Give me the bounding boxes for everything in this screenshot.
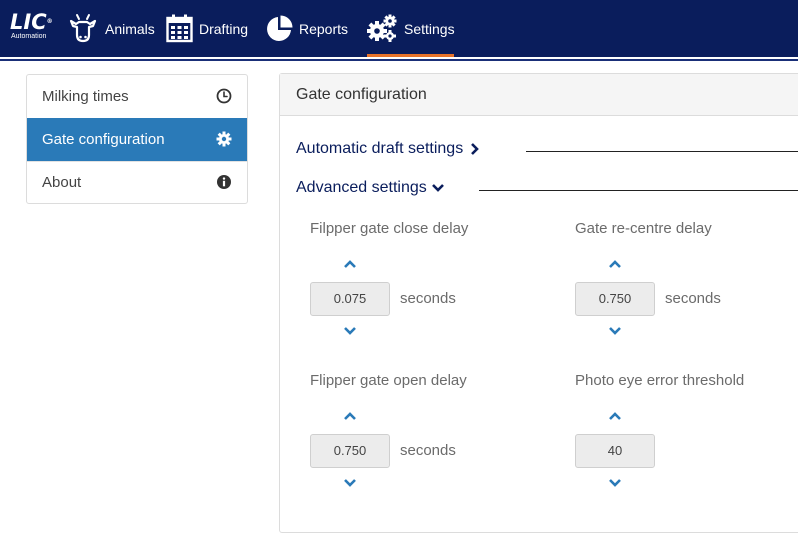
pie-chart-icon — [267, 15, 293, 41]
unit-label: seconds — [665, 290, 721, 307]
nav-item-reports[interactable]: Reports — [265, 0, 348, 57]
topbar-divider-accent — [0, 59, 798, 61]
sidebar-item-gate-configuration[interactable]: Gate configuration — [27, 118, 247, 161]
field-label-flipper-open: Flipper gate open delay — [310, 372, 467, 389]
chevron-down-icon — [431, 184, 444, 192]
gate-configuration-panel: Gate configuration Automatic draft setti… — [279, 73, 798, 533]
nav-label-drafting: Drafting — [199, 20, 249, 37]
decrement-chevron-down-icon[interactable] — [608, 478, 622, 488]
automatic-draft-settings-toggle[interactable]: Automatic draft settings — [296, 140, 481, 158]
section-divider — [526, 151, 798, 152]
section-label: Automatic draft settings — [296, 140, 464, 157]
increment-chevron-up-icon[interactable] — [608, 411, 622, 421]
top-navigation-bar: LIC® Automation Animals Drafting Reports… — [0, 0, 798, 57]
clock-icon — [215, 87, 233, 105]
unit-label: seconds — [400, 442, 456, 459]
nav-item-drafting[interactable]: Drafting — [166, 0, 248, 57]
nav-label-animals: Animals — [105, 20, 155, 37]
chevron-right-icon — [471, 143, 480, 155]
panel-title: Gate configuration — [280, 74, 798, 116]
settings-sidebar: Milking times Gate configuration About — [26, 74, 248, 204]
sidebar-item-label: Milking times — [42, 88, 129, 105]
decrement-chevron-down-icon[interactable] — [343, 326, 357, 336]
lic-logo[interactable]: LIC® Automation — [10, 11, 62, 43]
flipper-open-delay-input[interactable]: 0.750 — [310, 434, 390, 468]
info-icon — [215, 173, 233, 191]
sidebar-item-label: About — [42, 174, 82, 191]
photo-eye-threshold-input[interactable]: 40 — [575, 434, 655, 468]
sidebar-item-about[interactable]: About — [27, 161, 247, 203]
increment-chevron-up-icon[interactable] — [343, 259, 357, 269]
field-label-gate-recentre: Gate re-centre delay — [575, 220, 712, 237]
nav-item-animals[interactable]: Animals — [67, 0, 155, 57]
unit-label: seconds — [400, 290, 456, 307]
section-divider — [479, 190, 798, 191]
nav-label-reports: Reports — [299, 20, 349, 37]
calendar-icon — [166, 14, 193, 43]
decrement-chevron-down-icon[interactable] — [608, 326, 622, 336]
field-label-photo-eye: Photo eye error threshold — [575, 372, 745, 389]
advanced-settings-toggle[interactable]: Advanced settings — [296, 179, 445, 197]
increment-chevron-up-icon[interactable] — [608, 259, 622, 269]
gate-recentre-delay-input[interactable]: 0.750 — [575, 282, 655, 316]
sidebar-item-milking-times[interactable]: Milking times — [27, 75, 247, 118]
cow-icon — [69, 13, 97, 42]
field-label-flipper-close: Filpper gate close delay — [310, 220, 469, 237]
nav-item-settings[interactable]: Settings — [366, 0, 455, 57]
section-label: Advanced settings — [296, 179, 427, 196]
flipper-close-delay-input[interactable]: 0.075 — [310, 282, 390, 316]
decrement-chevron-down-icon[interactable] — [343, 478, 357, 488]
gear-icon — [215, 130, 233, 148]
increment-chevron-up-icon[interactable] — [343, 411, 357, 421]
nav-label-settings: Settings — [404, 20, 455, 37]
sidebar-item-label: Gate configuration — [42, 131, 165, 148]
gears-icon — [367, 14, 397, 42]
